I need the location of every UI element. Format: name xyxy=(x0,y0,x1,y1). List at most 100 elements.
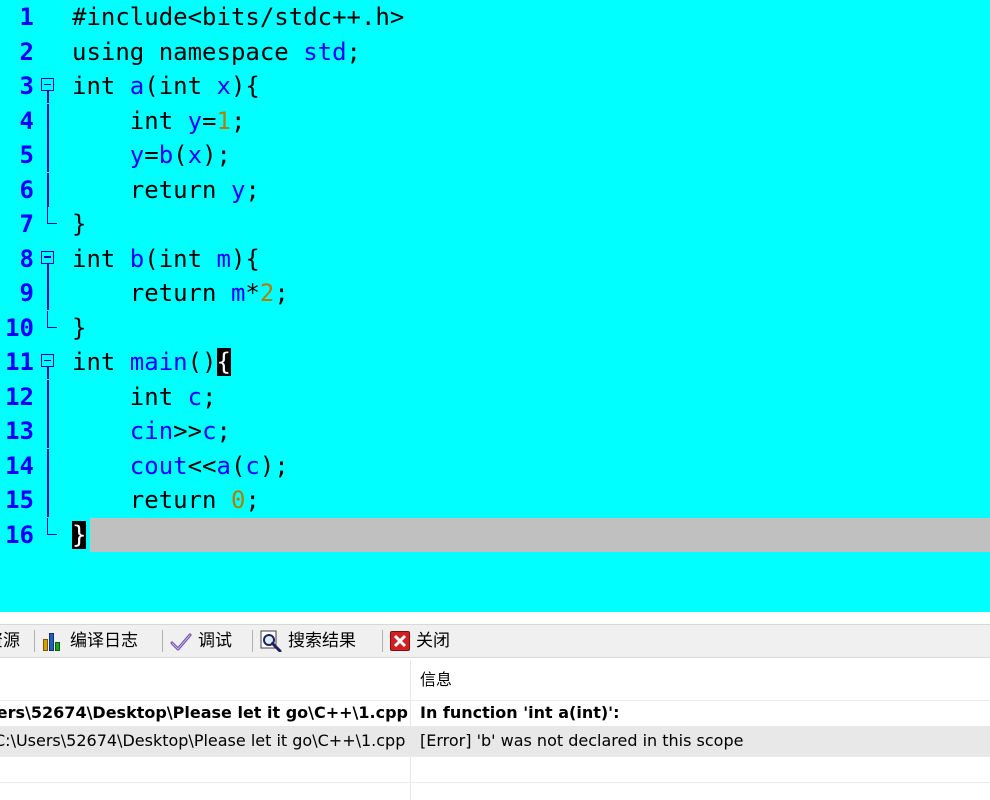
tab-compile-log[interactable]: 编译日志 xyxy=(42,625,138,657)
code-token: (int xyxy=(144,244,217,273)
code-line[interactable]: 5 y=b(x); xyxy=(0,138,990,172)
line-number: 15 xyxy=(5,486,34,514)
code-token: ; xyxy=(346,37,361,66)
tab-resources-label: 资源 xyxy=(0,631,20,651)
code-text: } xyxy=(72,207,86,241)
check-icon xyxy=(170,631,192,651)
code-token: ); xyxy=(202,141,231,169)
fold-collapse-icon[interactable] xyxy=(41,250,54,264)
table-row[interactable]: C:\Users\52674\Desktop\Please let it go\… xyxy=(0,698,990,728)
code-token: ; xyxy=(274,279,289,307)
code-token: y xyxy=(129,141,145,169)
compiler-messages-table: 信息 C:\Users\52674\Desktop\Please let it … xyxy=(0,660,990,800)
tab-separator xyxy=(34,630,35,652)
code-token: >> xyxy=(173,417,203,445)
code-token: return xyxy=(72,486,231,514)
fold-collapse-icon[interactable] xyxy=(41,78,54,91)
tab-debug[interactable]: 调试 xyxy=(170,625,232,657)
code-line[interactable]: 12 int c; xyxy=(0,379,990,414)
code-token: int xyxy=(72,244,130,273)
fold-guide xyxy=(47,379,49,414)
line-number: 6 xyxy=(19,175,34,204)
code-token: x xyxy=(187,141,203,169)
column-header-info[interactable]: 信息 xyxy=(420,660,452,700)
code-text: int b(int m){ xyxy=(72,242,260,276)
fold-guide xyxy=(47,414,49,448)
code-token: cin xyxy=(129,417,174,445)
tab-close-label: 关闭 xyxy=(416,631,450,651)
code-line[interactable]: 16} xyxy=(0,517,990,552)
tab-compile-log-label: 编译日志 xyxy=(70,631,138,651)
code-line[interactable]: 14 cout<<a(c); xyxy=(0,448,990,483)
code-line[interactable]: 8 int b(int m){ xyxy=(0,242,990,276)
fold-guide xyxy=(47,172,49,207)
tab-separator xyxy=(252,630,253,652)
line-number: 11 xyxy=(5,348,34,376)
code-text: int main(){ xyxy=(72,345,231,379)
code-token: c xyxy=(202,417,217,445)
line-number: 7 xyxy=(19,210,34,238)
fold-guide xyxy=(47,263,49,276)
code-line[interactable]: 6 return y; xyxy=(0,172,990,207)
fold-guide xyxy=(47,367,49,379)
fold-end-guide xyxy=(47,310,57,328)
code-line[interactable]: 3 int a(int x){ xyxy=(0,69,990,103)
tab-close[interactable]: 关闭 xyxy=(390,625,450,657)
code-token: return xyxy=(72,279,231,307)
code-token: main xyxy=(129,348,188,376)
code-token: using namespace xyxy=(72,37,304,66)
code-token: ( xyxy=(173,141,188,169)
tab-resources[interactable]: 资源 xyxy=(0,625,20,657)
code-text: int a(int x){ xyxy=(72,69,260,103)
code-text: cin>>c; xyxy=(72,414,231,448)
code-token: } xyxy=(72,313,87,342)
code-line[interactable]: 1 #include<bits/stdc++.h> xyxy=(0,0,990,34)
code-token: ; xyxy=(202,382,217,411)
code-line[interactable]: 7} xyxy=(0,207,990,241)
code-token: return xyxy=(72,175,231,204)
matched-bracket: { xyxy=(216,348,231,376)
table-header: 信息 xyxy=(0,660,990,700)
line-number: 14 xyxy=(5,451,34,480)
code-token: ; xyxy=(230,106,246,135)
tab-separator xyxy=(382,630,383,652)
tab-debug-label: 调试 xyxy=(198,631,232,651)
code-line[interactable]: 2 using namespace std; xyxy=(0,35,990,69)
code-token: ( xyxy=(230,451,246,480)
code-token: x xyxy=(216,72,231,100)
code-text: } xyxy=(72,518,87,552)
line-number: 5 xyxy=(19,141,34,169)
line-number: 8 xyxy=(19,244,34,273)
code-token: c xyxy=(187,382,203,411)
code-editor[interactable]: 1 #include<bits/stdc++.h> 2 using namespace… xyxy=(0,0,990,612)
code-token: (int xyxy=(144,72,217,100)
fold-guide xyxy=(47,276,49,310)
code-text: return y; xyxy=(72,173,260,207)
fold-collapse-icon[interactable] xyxy=(41,354,54,367)
line-number: 2 xyxy=(19,37,34,66)
code-token: ; xyxy=(245,175,260,204)
code-line[interactable]: 10} xyxy=(0,310,990,345)
code-line[interactable]: 4 int y=1; xyxy=(0,103,990,138)
message-file: C:\Users\52674\Desktop\Please let it go\… xyxy=(0,731,406,750)
message-info: In function 'int a(int)': xyxy=(420,703,620,722)
close-icon xyxy=(390,631,410,651)
code-token: m xyxy=(216,244,231,273)
table-row[interactable]: C:\Users\52674\Desktop\Please let it go\… xyxy=(0,726,990,756)
code-token: int xyxy=(72,106,188,135)
code-line[interactable]: 13 cin>>c; xyxy=(0,414,990,448)
code-line[interactable]: 15 return 0; xyxy=(0,483,990,517)
code-text: y=b(x); xyxy=(72,138,231,172)
code-line[interactable]: 11 int main(){ xyxy=(0,345,990,379)
code-token: << xyxy=(187,451,217,480)
code-token: #include<bits/stdc++.h> xyxy=(72,3,405,31)
code-token: int xyxy=(72,348,130,376)
code-token: int xyxy=(72,72,130,100)
tab-search-results[interactable]: 搜索结果 xyxy=(260,625,356,657)
code-token: int xyxy=(72,382,188,411)
code-token: ; xyxy=(216,417,231,445)
code-token: () xyxy=(187,348,217,376)
code-line[interactable]: 9 return m*2; xyxy=(0,276,990,310)
